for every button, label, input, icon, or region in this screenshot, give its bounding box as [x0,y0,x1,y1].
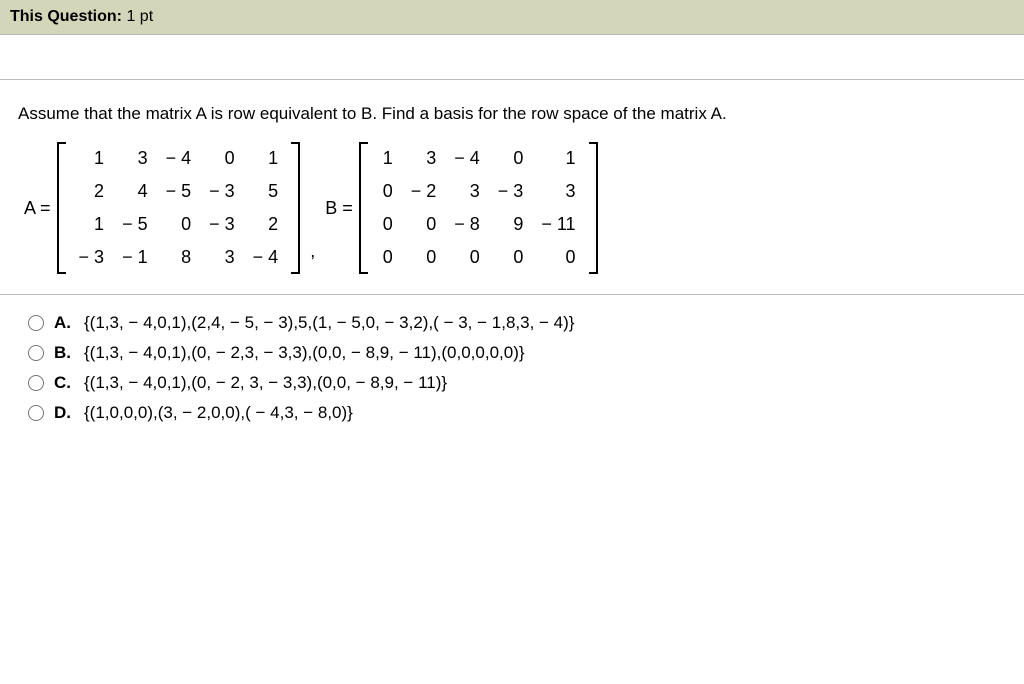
matrix-cell: 0 [200,142,244,175]
comma-separator: , [304,241,319,262]
choice-letter: C. [54,373,74,393]
matrix-cell: − 1 [113,241,157,274]
spacer [0,35,1024,79]
matrix-cell: 0 [489,142,533,175]
matrix-a-label: A = [24,198,53,219]
matrix-cell: 0 [157,208,201,241]
header-points: 1 pt [122,8,153,25]
matrix-cell: 0 [402,241,446,274]
matrix-cell: 2 [70,175,114,208]
choice-letter: D. [54,403,74,423]
matrix-cell: 3 [402,142,446,175]
matrix-cell: 0 [489,241,533,274]
matrix-cell: 0 [402,208,446,241]
matrix-cell: 0 [372,208,402,241]
matrix-cell: 4 [113,175,157,208]
matrix-equation: A = 13− 40124− 5− 351− 50− 32− 3− 183− 4… [18,142,1006,274]
matrix-b: 13− 4010− 23− 3300− 89− 1100000 [372,142,585,274]
choice-letter: B. [54,343,74,363]
matrix-cell: 0 [532,241,584,274]
matrix-cell: − 5 [113,208,157,241]
radio-a[interactable] [28,315,44,331]
question-text: Assume that the matrix A is row equivale… [18,104,1006,124]
matrix-cell: − 4 [244,241,288,274]
matrix-cell: 1 [70,208,114,241]
bracket-right [589,142,598,274]
radio-c[interactable] [28,375,44,391]
matrix-cell: 5 [244,175,288,208]
matrix-cell: 1 [532,142,584,175]
bracket-left [359,142,368,274]
choice-text: {(1,3, − 4,0,1),(0, − 2,3, − 3,3),(0,0, … [84,343,525,363]
matrix-cell: 3 [113,142,157,175]
matrix-cell: 3 [200,241,244,274]
choice-a[interactable]: A. {(1,3, − 4,0,1),(2,4, − 5, − 3),5,(1,… [28,313,1006,333]
matrix-cell: 0 [372,241,402,274]
matrix-b-label: B = [323,198,355,219]
question-header: This Question: 1 pt [0,0,1024,35]
matrix-cell: 2 [244,208,288,241]
matrix-cell: − 4 [157,142,201,175]
radio-d[interactable] [28,405,44,421]
choice-b[interactable]: B. {(1,3, − 4,0,1),(0, − 2,3, − 3,3),(0,… [28,343,1006,363]
choice-c[interactable]: C. {(1,3, − 4,0,1),(0, − 2, 3, − 3,3),(0… [28,373,1006,393]
question-content: Assume that the matrix A is row equivale… [0,80,1024,294]
matrix-cell: 1 [372,142,402,175]
matrix-cell: − 4 [445,142,489,175]
matrix-cell: − 3 [489,175,533,208]
matrix-cell: − 2 [402,175,446,208]
matrix-cell: 0 [445,241,489,274]
choice-text: {(1,3, − 4,0,1),(0, − 2, 3, − 3,3),(0,0,… [84,373,447,393]
header-label: This Question: [10,8,122,25]
radio-b[interactable] [28,345,44,361]
matrix-cell: 9 [489,208,533,241]
matrix-a: 13− 40124− 5− 351− 50− 32− 3− 183− 4 [70,142,288,274]
matrix-cell: 0 [372,175,402,208]
choice-d[interactable]: D. {(1,0,0,0),(3, − 2,0,0),( − 4,3, − 8,… [28,403,1006,423]
answer-choices: A. {(1,3, − 4,0,1),(2,4, − 5, − 3),5,(1,… [0,295,1024,443]
choice-text: {(1,0,0,0),(3, − 2,0,0),( − 4,3, − 8,0)} [84,403,353,423]
matrix-cell: − 8 [445,208,489,241]
matrix-cell: 1 [70,142,114,175]
bracket-right [291,142,300,274]
choice-letter: A. [54,313,74,333]
matrix-cell: 3 [532,175,584,208]
matrix-cell: − 3 [200,175,244,208]
bracket-left [57,142,66,274]
matrix-cell: − 5 [157,175,201,208]
choice-text: {(1,3, − 4,0,1),(2,4, − 5, − 3),5,(1, − … [84,313,574,333]
matrix-cell: 1 [244,142,288,175]
matrix-cell: − 3 [200,208,244,241]
matrix-cell: 8 [157,241,201,274]
matrix-cell: − 3 [70,241,114,274]
matrix-cell: 3 [445,175,489,208]
matrix-cell: − 11 [532,208,584,241]
